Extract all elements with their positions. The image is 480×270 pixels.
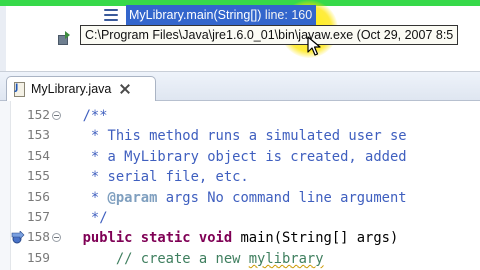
code-line[interactable]: 157 */ [0,208,480,228]
code-text: /** [66,106,108,126]
code-token: // create a new [66,250,249,267]
code-text: * @param args No command line argument [66,188,407,208]
stack-frame-label[interactable]: MyLibrary.main(String[]) line: 160 [126,5,317,25]
close-icon[interactable] [119,83,131,95]
line-number: 159 [26,250,50,266]
line-number: 152 [26,108,50,123]
line-number: 156 [26,189,50,205]
code-token: main(String[] args) [232,230,399,247]
code-line[interactable]: 152 /** [0,106,480,126]
code-token: */ [66,210,108,226]
code-line[interactable]: 154 * a MyLibrary object is created, add… [0,147,480,167]
line-number: 157 [26,210,50,225]
code-token: * a MyLibrary object is created, added [66,148,407,165]
stack-frame-row[interactable]: MyLibrary.main(String[]) line: 160 [104,4,317,26]
fold-toggle-icon[interactable] [52,233,61,243]
code-text: * serial file, etc. [66,167,249,187]
stack-frame-method: MyLibrary.main(String[]) [129,8,262,22]
code-editor[interactable]: 152 /** 153 * This method runs a simulate… [0,101,480,270]
code-text: // create a new mylibrary [66,249,324,269]
line-number: 158 [26,230,50,246]
editor-tab-strip: J MyLibrary.java [0,72,480,101]
debug-panel: MyLibrary.main(String[]) line: 160 C:\Pr… [0,0,480,72]
tab-mylibrary-java[interactable]: J MyLibrary.java [6,76,156,101]
code-text: public static void main(String[] args) [66,228,399,248]
line-number: 153 [26,128,50,144]
code-token: * [66,189,108,206]
stack-frame-icon [104,9,118,21]
code-token: * This method runs a simulated user se [66,128,407,145]
fold-toggle-icon[interactable] [52,111,61,120]
code-line[interactable]: 155 * serial file, etc. [0,167,480,187]
tab-label: MyLibrary.java [31,82,112,96]
code-line[interactable]: 159 // create a new mylibrary [0,249,480,269]
code-token: * serial file, etc. [66,169,249,186]
process-row[interactable]: C:\Program Files\Java\jre1.6.0_01\bin\ja… [58,24,459,46]
line-number: 155 [26,169,50,185]
code-line[interactable]: 153 * This method runs a simulated user … [0,126,480,146]
debug-panel-gutter [0,6,6,72]
code-line[interactable]: 158 public static void main(String[] arg… [0,228,480,248]
java-file-icon: J [13,82,25,97]
code-token: @param [107,189,158,206]
mouse-pointer-icon [307,36,321,56]
process-icon [58,31,70,45]
code-token: public static void [82,230,233,247]
process-label[interactable]: C:\Program Files\Java\jre1.6.0_01\bin\ja… [80,25,459,45]
code-token: args No command line argument [157,189,407,206]
code-text: */ [66,208,108,228]
code-token: /** [66,108,108,124]
code-text: * This method runs a simulated user se [66,126,407,146]
line-number: 154 [26,148,50,164]
code-token: mylibrary [248,250,324,267]
code-text: * a MyLibrary object is created, added [66,147,407,167]
code-line[interactable]: 156 * @param args No command line argume… [0,188,480,208]
stack-frame-line: line: 160 [264,8,313,22]
